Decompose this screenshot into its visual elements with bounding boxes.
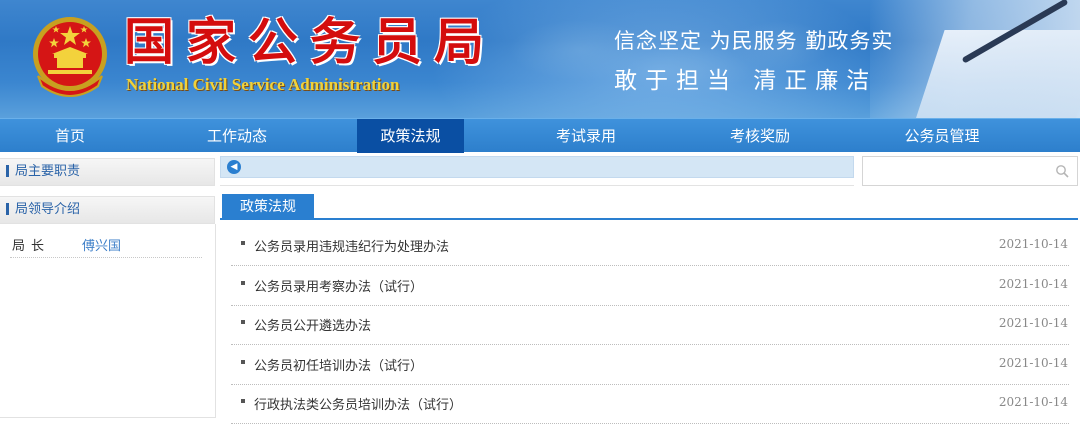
article-date: 2021-10-14	[998, 395, 1068, 409]
nav-civil-servant-management[interactable]: 公务员管理	[872, 119, 1012, 153]
search-icon[interactable]	[1055, 164, 1069, 178]
article-title[interactable]: 公务员公开遴选办法	[254, 315, 371, 334]
bullet-icon	[241, 399, 245, 403]
national-emblem-icon	[33, 17, 107, 97]
news-ticker: ◀	[220, 156, 854, 178]
article-date: 2021-10-14	[998, 277, 1068, 291]
sidebar-item-label: 局领导介绍	[15, 202, 81, 217]
article-title[interactable]: 公务员录用考察办法（试行）	[254, 276, 423, 295]
list-item[interactable]: 公务员初任培训办法（试行） 2021-10-14	[231, 345, 1069, 385]
list-item[interactable]: 公务员公开遴选办法 2021-10-14	[231, 305, 1069, 345]
sidebar-item-label: 局主要职责	[15, 164, 81, 179]
nav-assessment[interactable]: 考核奖励	[690, 119, 830, 153]
sidebar-item-duties[interactable]: 局主要职责	[0, 158, 215, 186]
main-nav: 首页 工作动态 政策法规 考试录用 考核奖励 公务员管理	[0, 118, 1080, 153]
nav-exam[interactable]: 考试录用	[516, 119, 656, 153]
search-input[interactable]	[862, 156, 1078, 186]
article-title[interactable]: 公务员初任培训办法（试行）	[254, 355, 423, 374]
article-date: 2021-10-14	[998, 356, 1068, 370]
left-arrow-icon[interactable]: ◀	[227, 160, 241, 174]
article-date: 2021-10-14	[998, 316, 1068, 330]
nav-home[interactable]: 首页	[0, 119, 140, 153]
article-date: 2021-10-14	[998, 237, 1068, 251]
site-title: 国家公务员局	[124, 12, 496, 71]
leader-title: 局长	[12, 239, 51, 254]
bullet-icon	[241, 241, 245, 245]
slogan-line-1: 信念坚定 为民服务 勤政务实	[614, 29, 894, 53]
bullet-icon	[241, 281, 245, 285]
list-item[interactable]: 公务员录用违规违纪行为处理办法 2021-10-14	[231, 226, 1069, 266]
site-title-english: National Civil Service Administration	[126, 75, 400, 94]
list-item[interactable]: 公务员录用考察办法（试行） 2021-10-14	[231, 266, 1069, 306]
bullet-icon	[241, 360, 245, 364]
header-banner: 国家公务员局 National Civil Service Administra…	[0, 0, 1080, 118]
leader-row: 局长 傅兴国	[10, 232, 202, 258]
article-title[interactable]: 公务员录用违规违纪行为处理办法	[254, 236, 449, 255]
tab-policy[interactable]: 政策法规	[222, 194, 314, 220]
section-marker	[6, 164, 9, 177]
leaders-panel: 局长 傅兴国	[0, 224, 216, 418]
nav-policy[interactable]: 政策法规	[357, 119, 464, 153]
article-title[interactable]: 行政执法类公务员培训办法（试行）	[254, 394, 462, 413]
slogan-line-2: 敢于担当 清正廉洁	[614, 68, 878, 94]
leader-name-link[interactable]: 傅兴国	[82, 235, 121, 254]
divider	[220, 178, 854, 186]
policy-tabbar: 政策法规	[220, 194, 1078, 220]
bullet-icon	[241, 320, 245, 324]
section-marker	[6, 202, 9, 215]
nav-work-news[interactable]: 工作动态	[167, 119, 307, 153]
list-item[interactable]: 行政执法类公务员培训办法（试行） 2021-10-14	[231, 384, 1069, 424]
sidebar-item-leaders[interactable]: 局领导介绍	[0, 196, 215, 224]
